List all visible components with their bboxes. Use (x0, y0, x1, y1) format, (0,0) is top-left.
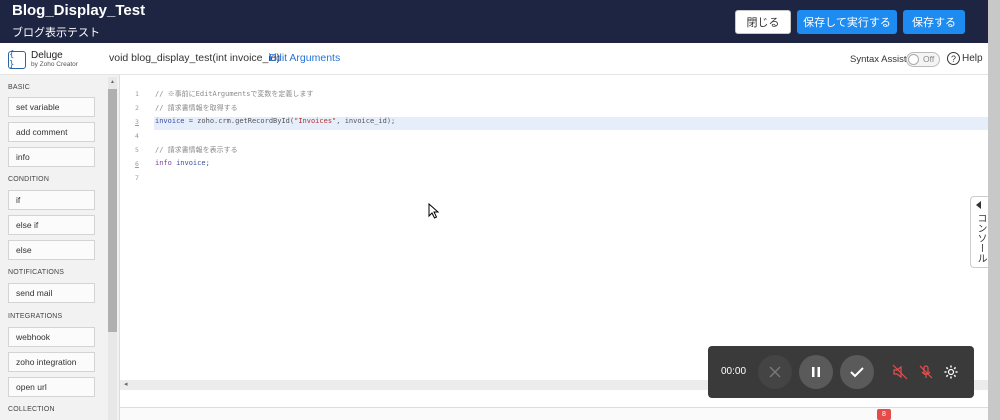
notification-badge[interactable]: 8 (877, 409, 891, 420)
help-icon[interactable]: ? (947, 52, 960, 65)
mouse-pointer-icon (428, 203, 440, 219)
function-title: Blog_Display_Test (12, 2, 146, 19)
code-token: zoho.crm.getRecordById( (197, 117, 295, 125)
close-button[interactable]: 閉じる (735, 10, 791, 34)
window-scrollbar[interactable] (988, 0, 1000, 420)
line-number: 3 (135, 118, 139, 126)
code-line[interactable]: // 請求書情報を表示する (155, 145, 238, 155)
line-number-gutter: 1 2 3 4 5 6 7 (120, 75, 154, 380)
scroll-left-icon[interactable]: ◂ (124, 380, 128, 388)
snippet-sidebar: BASIC set variable add comment info COND… (0, 75, 120, 420)
code-token: // ※事前にEditArgumentsで変数を定義します (155, 90, 314, 98)
code-text-area[interactable]: // ※事前にEditArgumentsで変数を定義します // 請求書情報を取得… (154, 75, 988, 380)
line-number: 2 (135, 104, 139, 112)
save-and-run-button[interactable]: 保存して実行する (797, 10, 897, 34)
function-signature: void blog_display_test(int invoice_id) (109, 52, 281, 64)
snippet-if[interactable]: if (8, 190, 95, 210)
pause-icon (812, 367, 820, 377)
save-button[interactable]: 保存する (903, 10, 965, 34)
section-title-basic: BASIC (8, 84, 31, 91)
code-token: invoice; (176, 159, 210, 167)
code-line[interactable]: // ※事前にEditArgumentsで変数を定義します (155, 89, 313, 99)
line-number: 4 (135, 132, 139, 140)
expand-left-icon (976, 201, 981, 209)
console-toggle-tab[interactable]: コンソール (970, 196, 988, 268)
pause-recording-button[interactable] (799, 355, 833, 389)
checkmark-icon (850, 367, 864, 378)
close-icon (769, 366, 781, 378)
speaker-muted-icon[interactable] (892, 364, 908, 380)
section-title-collection: COLLECTION (8, 406, 55, 413)
snippet-open-url[interactable]: open url (8, 377, 95, 397)
product-name: Deluge (31, 50, 63, 61)
scroll-up-icon[interactable]: ▲ (110, 79, 115, 85)
line-number: 6 (135, 160, 139, 168)
deluge-editor-window: Blog_Display_Test ブログ表示テスト 閉じる 保存して実行する … (0, 0, 1000, 420)
editor-status-bar: 8 (120, 407, 988, 420)
syntax-assist-toggle[interactable]: Off (906, 52, 940, 67)
finish-recording-button[interactable] (840, 355, 874, 389)
editor-toolbar: { } Deluge by Zoho Creator void blog_dis… (0, 43, 988, 75)
snippet-else-if[interactable]: else if (8, 215, 95, 235)
code-token: invoice (155, 117, 185, 125)
code-token: "Invoices" (294, 117, 337, 125)
settings-gear-icon[interactable] (943, 364, 959, 380)
code-token: // 請求書情報を取得する (155, 104, 238, 112)
section-title-condition: CONDITION (8, 176, 50, 183)
recording-time: 00:00 (721, 366, 747, 377)
snippet-zoho-integration[interactable]: zoho integration (8, 352, 95, 372)
snippet-else[interactable]: else (8, 240, 95, 260)
section-title-integrations: INTEGRATIONS (8, 313, 63, 320)
snippet-info[interactable]: info (8, 147, 95, 167)
line-number: 7 (135, 174, 139, 182)
section-title-notifications: NOTIFICATIONS (8, 269, 65, 276)
sidebar-scrollbar[interactable]: ▲ (108, 77, 117, 420)
code-token: , invoice_id); (336, 117, 396, 125)
code-token: // 請求書情報を表示する (155, 146, 238, 154)
console-label: コンソール (975, 213, 986, 263)
deluge-logo-icon: { } (8, 50, 26, 70)
code-token: info (155, 159, 177, 167)
sidebar-scroll-thumb[interactable] (108, 89, 117, 332)
syntax-assist-label: Syntax Assist (850, 54, 907, 65)
line-number: 5 (135, 146, 139, 154)
snippet-set-variable[interactable]: set variable (8, 97, 95, 117)
snippet-add-comment[interactable]: add comment (8, 122, 95, 142)
help-link[interactable]: Help (962, 53, 983, 64)
cancel-recording-button[interactable] (758, 355, 792, 389)
app-header: Blog_Display_Test ブログ表示テスト 閉じる 保存して実行する … (0, 0, 1000, 43)
screen-recorder-bar: 00:00 (708, 346, 974, 398)
code-token: = (184, 117, 198, 125)
code-line[interactable]: invoice = zoho.crm.getRecordById("Invoic… (155, 117, 395, 125)
snippet-send-mail[interactable]: send mail (8, 283, 95, 303)
microphone-muted-icon[interactable] (918, 364, 934, 380)
line-number: 1 (135, 90, 139, 98)
product-byline: by Zoho Creator (31, 61, 78, 68)
snippet-webhook[interactable]: webhook (8, 327, 95, 347)
toggle-state-text: Off (923, 54, 935, 64)
toggle-knob (908, 54, 919, 65)
edit-arguments-link[interactable]: Edit Arguments (269, 52, 340, 64)
code-line[interactable]: info invoice; (155, 159, 210, 167)
function-display-name: ブログ表示テスト (12, 27, 100, 39)
code-line[interactable]: // 請求書情報を取得する (155, 103, 238, 113)
